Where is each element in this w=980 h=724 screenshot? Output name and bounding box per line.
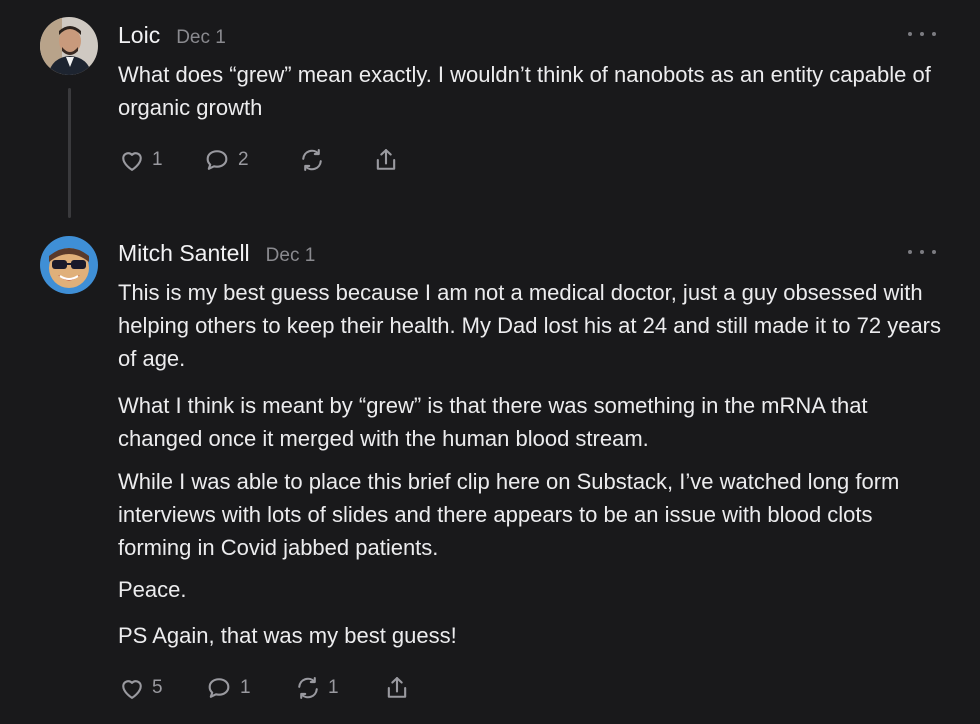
comment-header: Loic Dec 1 [118, 22, 226, 49]
more-icon[interactable] [908, 245, 936, 259]
comment-paragraph: This is my best guess because I am not a… [118, 280, 942, 371]
reply-button[interactable]: 2 [202, 146, 298, 174]
share-button[interactable] [383, 674, 411, 702]
comment-body: What does “grew” mean exactly. I wouldn’… [118, 58, 948, 124]
avatar[interactable] [40, 236, 98, 294]
restack-button[interactable]: 1 [294, 674, 383, 702]
restack-icon [302, 149, 322, 171]
reply-count: 2 [238, 149, 249, 170]
comment-paragraph: Peace. [118, 577, 187, 602]
restack-count: 1 [328, 677, 339, 698]
like-button[interactable]: 1 [118, 146, 202, 174]
thread-line [68, 88, 71, 218]
like-count: 1 [152, 149, 163, 170]
share-button[interactable] [372, 146, 400, 174]
comment-icon [206, 150, 228, 170]
comment-actions: 5 1 1 [118, 674, 411, 702]
comment-header: Mitch Santell Dec 1 [118, 240, 315, 267]
comment-date[interactable]: Dec 1 [176, 27, 226, 49]
avatar[interactable] [40, 17, 98, 75]
reply-count: 1 [240, 677, 251, 698]
heart-icon [122, 680, 142, 699]
share-icon [387, 677, 407, 698]
comment-actions: 1 2 [118, 146, 400, 174]
restack-icon [298, 677, 318, 699]
comment-icon [208, 678, 230, 698]
share-icon [376, 149, 396, 170]
comment-paragraph: PS Again, that was my best guess! [118, 623, 457, 648]
more-icon[interactable] [908, 27, 936, 41]
heart-icon [122, 152, 142, 171]
reply-button[interactable]: 1 [204, 674, 294, 702]
comment-date[interactable]: Dec 1 [266, 245, 316, 267]
comment-body: This is my best guess because I am not a… [118, 276, 948, 652]
comment-paragraph: What I think is meant by “grew” is that … [118, 393, 868, 451]
author-name[interactable]: Mitch Santell [118, 240, 250, 267]
restack-button[interactable] [298, 146, 372, 174]
comment-text: What does “grew” mean exactly. I wouldn’… [118, 62, 931, 120]
comment-paragraph: While I was able to place this brief cli… [118, 469, 900, 560]
author-name[interactable]: Loic [118, 22, 160, 49]
like-count: 5 [152, 677, 163, 698]
like-button[interactable]: 5 [118, 674, 204, 702]
